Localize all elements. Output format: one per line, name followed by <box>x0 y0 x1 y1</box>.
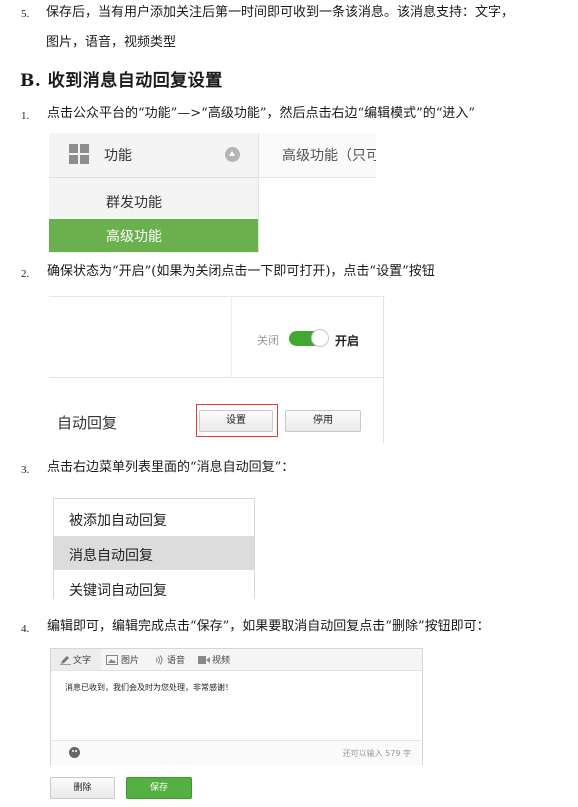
status-toggle[interactable] <box>289 329 329 347</box>
menu-item-label: 关键词自动回复 <box>69 583 167 599</box>
collapse-up-icon[interactable] <box>225 147 240 162</box>
auto-reply-status-screenshot: 关闭 开启 自动回复 设置 停用 <box>49 293 385 443</box>
tab-image[interactable]: 图片 <box>121 653 139 666</box>
auto-reply-label: 自动回复 <box>57 414 118 432</box>
step-text: 确保状态为“开启”(如果为关闭点击一下即可打开)，点击“设置”按钮 <box>47 264 435 279</box>
menu-header-label: 功能 <box>104 148 132 164</box>
step-text: 点击右边菜单列表里面的“消息自动回复”： <box>47 460 295 475</box>
editor-tab-bar: 文字 图片 语音 视频 <box>51 649 422 671</box>
step-number: 4. <box>21 623 30 635</box>
pencil-icon <box>60 656 71 665</box>
menu-item-added-reply[interactable]: 被添加自动回复 <box>54 501 254 535</box>
step-number: 1. <box>21 110 30 122</box>
tab-voice[interactable]: 语音 <box>167 653 185 666</box>
grid-icon <box>69 144 89 164</box>
step5-text-line2: 图片，语音，视频类型 <box>46 35 177 50</box>
menu-item-mass-send[interactable]: 群发功能 <box>49 189 258 213</box>
reply-type-menu-screenshot: 被添加自动回复 消息自动回复 关键词自动回复 <box>53 498 255 599</box>
save-button[interactable]: 保存 <box>126 777 192 799</box>
image-icon <box>106 655 118 665</box>
step-number: 3. <box>21 464 30 476</box>
advanced-function-title: 高级功能（只可 <box>282 148 376 164</box>
delete-button[interactable]: 删除 <box>50 777 115 799</box>
emoji-icon[interactable] <box>69 747 80 758</box>
step-text: 点击公众平台的“功能”—>“高级功能”，然后点击右边“编辑模式”的“进入” <box>47 106 476 121</box>
menu-header-function[interactable]: 功能 <box>49 133 258 178</box>
menu-item-advanced[interactable]: 高级功能 <box>49 219 258 252</box>
on-label: 开启 <box>335 334 360 348</box>
tab-video[interactable]: 视频 <box>212 653 230 666</box>
menu-item-keyword-reply[interactable]: 关键词自动回复 <box>54 571 254 605</box>
video-icon <box>198 656 210 664</box>
disable-button[interactable]: 停用 <box>285 410 361 432</box>
toggle-knob <box>311 329 329 347</box>
settings-button[interactable]: 设置 <box>199 410 273 432</box>
function-menu-screenshot: 功能 群发功能 高级功能 高级功能（只可 <box>49 133 376 253</box>
menu-item-message-reply[interactable]: 消息自动回复 <box>54 536 254 570</box>
section-heading: B. 收到消息自动回复设置 <box>20 71 223 91</box>
step-text: 编辑即可，编辑完成点击“保存”，如果要取消自动回复点击“删除”按钮即可： <box>47 619 490 634</box>
menu-item-label: 群发功能 <box>106 195 162 211</box>
editor-footer: 还可以输入 579 字 <box>51 740 422 765</box>
menu-item-label: 消息自动回复 <box>69 548 153 564</box>
off-label: 关闭 <box>257 334 279 347</box>
reply-message-text[interactable]: 消息已收到，我们会及时为您处理，非常感谢！ <box>65 682 233 693</box>
step-number: 2. <box>21 268 30 280</box>
function-menu: 功能 群发功能 高级功能 <box>49 133 259 253</box>
step5-text-line1: 保存后，当有用户添加关注后第一时间即可收到一条该消息。该消息支持：文字， <box>46 5 515 20</box>
voice-icon <box>155 655 163 665</box>
menu-item-label: 被添加自动回复 <box>69 513 167 529</box>
menu-item-label: 高级功能 <box>106 229 162 245</box>
tab-text[interactable]: 文字 <box>73 653 91 666</box>
step5-number: 5. <box>21 8 30 20</box>
reply-editor-screenshot: 文字 图片 语音 视频 消息已收到，我们会及时为您处理，非常感谢！ 还可以输入 … <box>50 648 423 765</box>
remaining-chars: 还可以输入 579 字 <box>342 749 411 758</box>
